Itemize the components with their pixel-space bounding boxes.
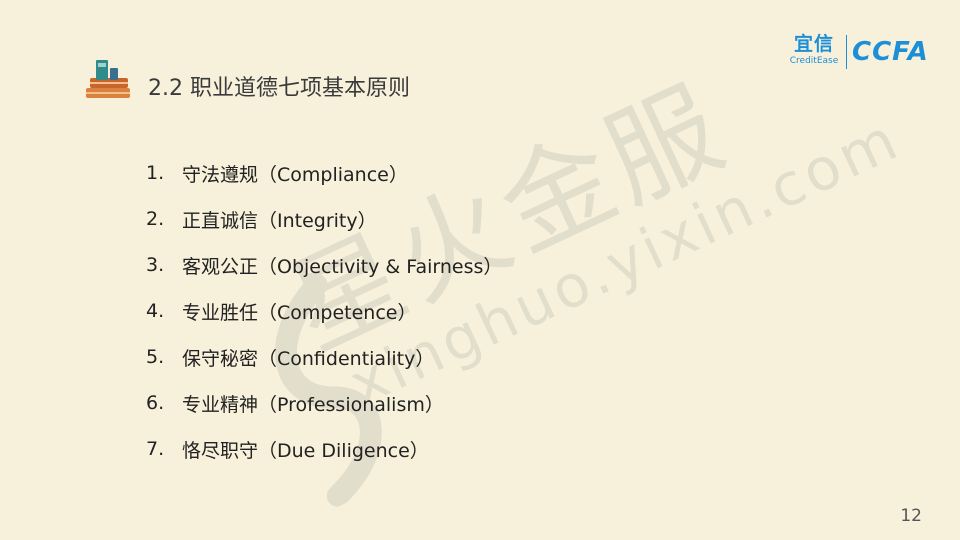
item-number: 4. [146, 300, 165, 322]
item-number: 3. [146, 254, 165, 276]
list-item: 3. 客观公正（Objectivity & Fairness） [146, 242, 502, 288]
list-item: 5. 保守秘密（Confidentiality） [146, 334, 502, 380]
list-item: 4. 专业胜任（Competence） [146, 288, 502, 334]
item-number: 1. [146, 162, 165, 184]
item-text: 正直诚信（Integrity） [182, 209, 377, 232]
item-number: 6. [146, 392, 165, 414]
ccfa-logo: CCFA [852, 37, 929, 67]
books-icon [86, 60, 130, 98]
page-number: 12 [900, 506, 922, 526]
slide: 星火金服 xinghuo.yixin.com 2.2 职业道德七项基本原则 宜信… [0, 0, 960, 540]
item-text: 专业胜任（Competence） [182, 301, 417, 324]
item-text: 守法遵规（Compliance） [182, 163, 408, 186]
list-item: 1. 守法遵规（Compliance） [146, 150, 502, 196]
yixin-logo: 宜信 CreditEase [786, 33, 842, 67]
principles-list: 1. 守法遵规（Compliance） 2. 正直诚信（Integrity） 3… [146, 150, 502, 472]
item-text: 专业精神（Professionalism） [182, 393, 444, 416]
item-number: 7. [146, 438, 165, 460]
logo-divider [846, 35, 847, 69]
item-number: 2. [146, 208, 165, 230]
logo-brand-cn: 宜信 [793, 33, 834, 55]
logo-brand-en: CreditEase [789, 56, 839, 66]
item-number: 5. [146, 346, 165, 368]
item-text: 保守秘密（Confidentiality） [182, 347, 435, 370]
list-item: 2. 正直诚信（Integrity） [146, 196, 502, 242]
item-text: 客观公正（Objectivity & Fairness） [182, 255, 503, 278]
list-item: 7. 恪尽职守（Due Diligence） [146, 426, 502, 472]
company-logo: 宜信 CreditEase CCFA [786, 33, 936, 73]
list-item: 6. 专业精神（Professionalism） [146, 380, 502, 426]
item-text: 恪尽职守（Due Diligence） [182, 439, 429, 462]
slide-title: 2.2 职业道德七项基本原则 [148, 76, 410, 101]
